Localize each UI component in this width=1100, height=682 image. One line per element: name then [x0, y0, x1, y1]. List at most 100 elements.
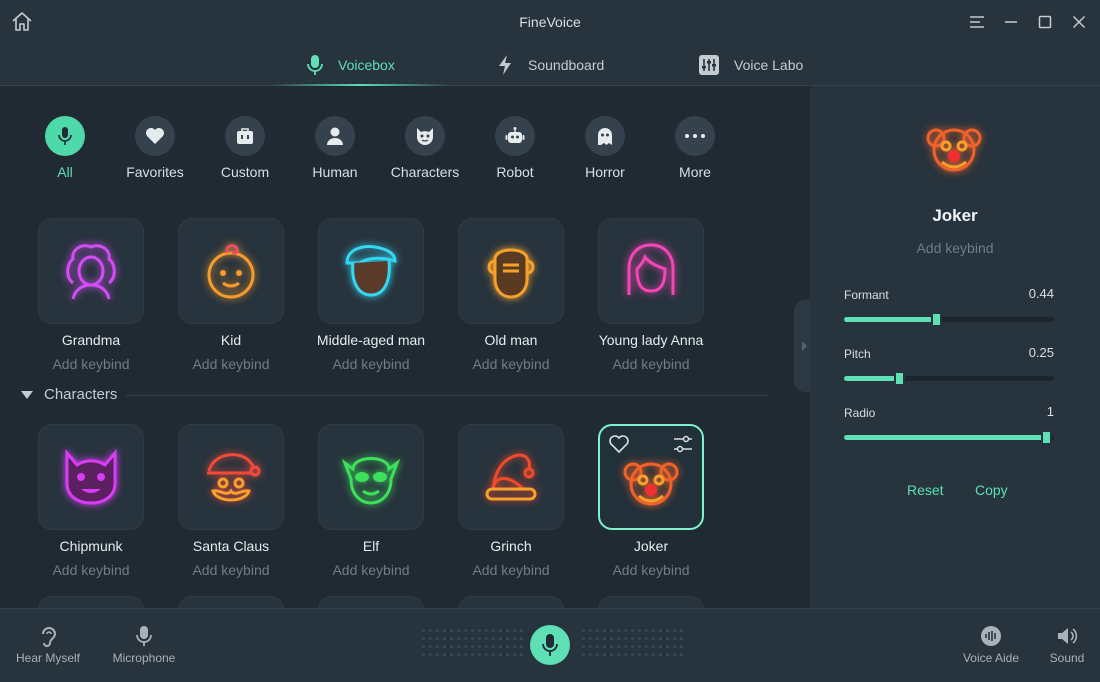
- meter-dot: [582, 653, 585, 656]
- microphone-button[interactable]: Microphone: [108, 625, 180, 665]
- meter-dot: [645, 645, 648, 648]
- voice-card-chipmunk[interactable]: Chipmunk Add keybind: [26, 424, 156, 578]
- category-favorites[interactable]: Favorites: [115, 116, 195, 180]
- slider-thumb[interactable]: [893, 371, 905, 386]
- meter-dot: [436, 653, 439, 656]
- voice-aide-button[interactable]: Voice Aide: [958, 625, 1024, 665]
- section-title: Characters: [44, 386, 118, 403]
- reset-button[interactable]: Reset: [907, 482, 944, 498]
- copy-button[interactable]: Copy: [975, 482, 1008, 498]
- tab-voicebox[interactable]: Voicebox: [306, 44, 395, 86]
- voice-card-grandma[interactable]: Grandma Add keybind: [26, 218, 156, 372]
- voice-card-partial[interactable]: [178, 596, 284, 608]
- meter-dot: [492, 637, 495, 640]
- meter-dot: [617, 637, 620, 640]
- meter-dot: [492, 645, 495, 648]
- add-keybind-link[interactable]: Add keybind: [446, 356, 576, 372]
- meter-dot: [659, 629, 662, 632]
- meter-dot: [457, 653, 460, 656]
- tab-voice-labo[interactable]: Voice Labo: [698, 44, 803, 86]
- hear-myself-button[interactable]: Hear Myself: [14, 625, 82, 665]
- voice-card-old-man[interactable]: Old man Add keybind: [446, 218, 576, 372]
- ghost-icon: [585, 116, 625, 156]
- category-characters[interactable]: Characters: [385, 116, 465, 180]
- slider-thumb[interactable]: [1040, 430, 1052, 445]
- add-keybind-link[interactable]: Add keybind: [586, 356, 716, 372]
- selected-voice-name: Joker: [932, 206, 978, 225]
- voice-card-partial[interactable]: [318, 596, 424, 608]
- menu-icon[interactable]: [967, 12, 987, 32]
- voice-name: Old man: [484, 332, 538, 348]
- elf-avatar-icon: [341, 457, 401, 505]
- add-keybind-link[interactable]: Add keybind: [26, 562, 156, 578]
- voice-card-elf[interactable]: Elf Add keybind: [306, 424, 436, 578]
- meter-dot: [450, 645, 453, 648]
- radio-slider[interactable]: [844, 430, 1054, 445]
- category-more[interactable]: More: [655, 116, 735, 180]
- meter-dot: [631, 645, 634, 648]
- add-keybind-link[interactable]: Add keybind: [166, 562, 296, 578]
- meter-dot: [652, 645, 655, 648]
- add-keybind-link[interactable]: Add keybind: [586, 562, 716, 578]
- maximize-icon[interactable]: [1035, 12, 1055, 32]
- category-custom[interactable]: Custom: [205, 116, 285, 180]
- voice-tile: [38, 424, 144, 530]
- sound-button[interactable]: Sound: [1044, 625, 1090, 665]
- slider-fill: [844, 376, 899, 381]
- meter-dot: [631, 637, 634, 640]
- meter-dot: [422, 637, 425, 640]
- meter-dot: [464, 653, 467, 656]
- voice-card-partial[interactable]: [458, 596, 564, 608]
- meter-dot: [499, 653, 502, 656]
- tab-soundboard[interactable]: Soundboard: [496, 44, 604, 86]
- microphone-label: Microphone: [112, 651, 176, 665]
- sound-label: Sound: [1049, 651, 1085, 665]
- meter-dot: [506, 629, 509, 632]
- meter-dot: [680, 629, 683, 632]
- add-keybind-link[interactable]: Add keybind: [26, 356, 156, 372]
- cat-face-icon: [405, 116, 445, 156]
- voice-card-kid[interactable]: Kid Add keybind: [166, 218, 296, 372]
- category-human[interactable]: Human: [295, 116, 375, 180]
- pitch-value: 0.25: [1028, 345, 1054, 360]
- voice-card-santa-claus[interactable]: Santa Claus Add keybind: [166, 424, 296, 578]
- meter-dot: [499, 637, 502, 640]
- young-lady-avatar-icon: [627, 243, 675, 295]
- slider-fill: [844, 435, 1046, 440]
- meter-dot: [471, 645, 474, 648]
- voice-card-young-lady-anna[interactable]: Young lady Anna Add keybind: [586, 218, 716, 372]
- add-keybind-link[interactable]: Add keybind: [166, 356, 296, 372]
- voice-settings-panel: Joker Add keybind Formant 0.44 Pitch 0.2…: [810, 86, 1100, 608]
- meter-dot: [450, 637, 453, 640]
- voice-card-grinch[interactable]: Grinch Add keybind: [446, 424, 576, 578]
- voice-card-joker[interactable]: Joker Add keybind: [586, 424, 716, 578]
- category-horror[interactable]: Horror: [565, 116, 645, 180]
- meter-dot: [513, 629, 516, 632]
- formant-slider[interactable]: [844, 312, 1054, 327]
- voice-card-partial[interactable]: [598, 596, 704, 608]
- microphone-icon: [542, 634, 558, 656]
- minimize-icon[interactable]: [1001, 12, 1021, 32]
- ear-icon: [42, 627, 57, 647]
- close-icon[interactable]: [1069, 12, 1089, 32]
- add-keybind-link[interactable]: Add keybind: [446, 562, 576, 578]
- pitch-slider[interactable]: [844, 371, 1054, 386]
- meter-dot: [457, 629, 460, 632]
- voice-card-middle-aged-man[interactable]: Middle-aged man Add keybind: [306, 218, 436, 372]
- robot-icon: [495, 116, 535, 156]
- add-keybind-link[interactable]: Add keybind: [810, 240, 1100, 256]
- meter-dot: [436, 637, 439, 640]
- hear-myself-label: Hear Myself: [15, 651, 80, 665]
- meter-dot: [680, 637, 683, 640]
- add-keybind-link[interactable]: Add keybind: [306, 562, 436, 578]
- voice-changer-toggle[interactable]: [530, 625, 570, 665]
- category-all[interactable]: All: [25, 116, 105, 180]
- meter-dot: [589, 645, 592, 648]
- meter-dot: [638, 629, 641, 632]
- section-toggle-characters[interactable]: Characters: [20, 386, 117, 403]
- add-keybind-link[interactable]: Add keybind: [306, 356, 436, 372]
- meter-dot: [610, 653, 613, 656]
- slider-thumb[interactable]: [931, 312, 943, 327]
- voice-card-partial[interactable]: [38, 596, 144, 608]
- category-robot[interactable]: Robot: [475, 116, 555, 180]
